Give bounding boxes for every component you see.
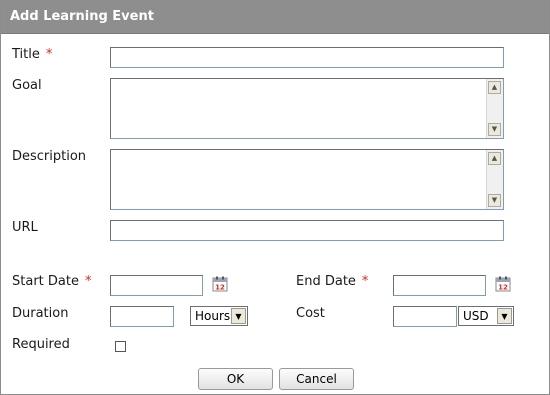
title-label: Title * (12, 47, 52, 62)
dialog-title: Add Learning Event (10, 9, 154, 24)
end-date-label-text: End Date (296, 274, 356, 289)
currency-value: USD (463, 309, 489, 323)
required-asterisk: * (45, 47, 53, 62)
dialog-titlebar[interactable]: Add Learning Event (1, 1, 549, 34)
calendar-day-number: 12 (498, 284, 508, 292)
duration-unit-select[interactable]: Hours ▼ (190, 306, 248, 326)
calendar-icon[interactable]: 12 (495, 276, 511, 292)
cost-label: Cost (296, 306, 325, 321)
required-asterisk: * (84, 274, 92, 289)
cancel-button[interactable]: Cancel (279, 368, 354, 390)
url-input[interactable] (110, 220, 504, 241)
currency-select[interactable]: USD ▼ (458, 306, 514, 326)
description-label: Description (12, 149, 87, 164)
ok-button[interactable]: OK (198, 368, 273, 390)
duration-input[interactable] (110, 306, 174, 327)
scroll-down-arrow-icon[interactable]: ▼ (488, 194, 501, 207)
chevron-down-icon[interactable]: ▼ (231, 308, 246, 324)
url-label: URL (12, 220, 38, 235)
required-label: Required (12, 337, 70, 352)
add-learning-event-dialog: Add Learning Event Title * Goal ▲ ▼ Descr… (0, 0, 550, 395)
chevron-down-icon[interactable]: ▼ (497, 308, 512, 324)
scroll-down-arrow-icon[interactable]: ▼ (488, 123, 501, 136)
goal-label: Goal (12, 78, 42, 93)
title-label-text: Title (12, 47, 40, 62)
start-date-label: Start Date * (12, 274, 91, 289)
description-scrollbar[interactable]: ▲ ▼ (486, 150, 503, 209)
goal-textarea[interactable]: ▲ ▼ (110, 78, 504, 139)
scroll-up-arrow-icon[interactable]: ▲ (488, 152, 501, 165)
calendar-day-number: 12 (215, 284, 225, 292)
duration-label: Duration (12, 306, 69, 321)
duration-unit-value: Hours (195, 309, 231, 323)
cost-input[interactable] (393, 306, 457, 327)
required-checkbox[interactable] (115, 341, 126, 352)
start-date-input[interactable] (110, 275, 203, 296)
scroll-up-arrow-icon[interactable]: ▲ (488, 81, 501, 94)
goal-scrollbar[interactable]: ▲ ▼ (486, 79, 503, 138)
calendar-icon[interactable]: 12 (212, 276, 228, 292)
end-date-label: End Date * (296, 274, 368, 289)
title-input[interactable] (110, 47, 504, 68)
required-asterisk: * (361, 274, 369, 289)
description-textarea[interactable]: ▲ ▼ (110, 149, 504, 210)
end-date-input[interactable] (393, 275, 486, 296)
start-date-label-text: Start Date (12, 274, 79, 289)
